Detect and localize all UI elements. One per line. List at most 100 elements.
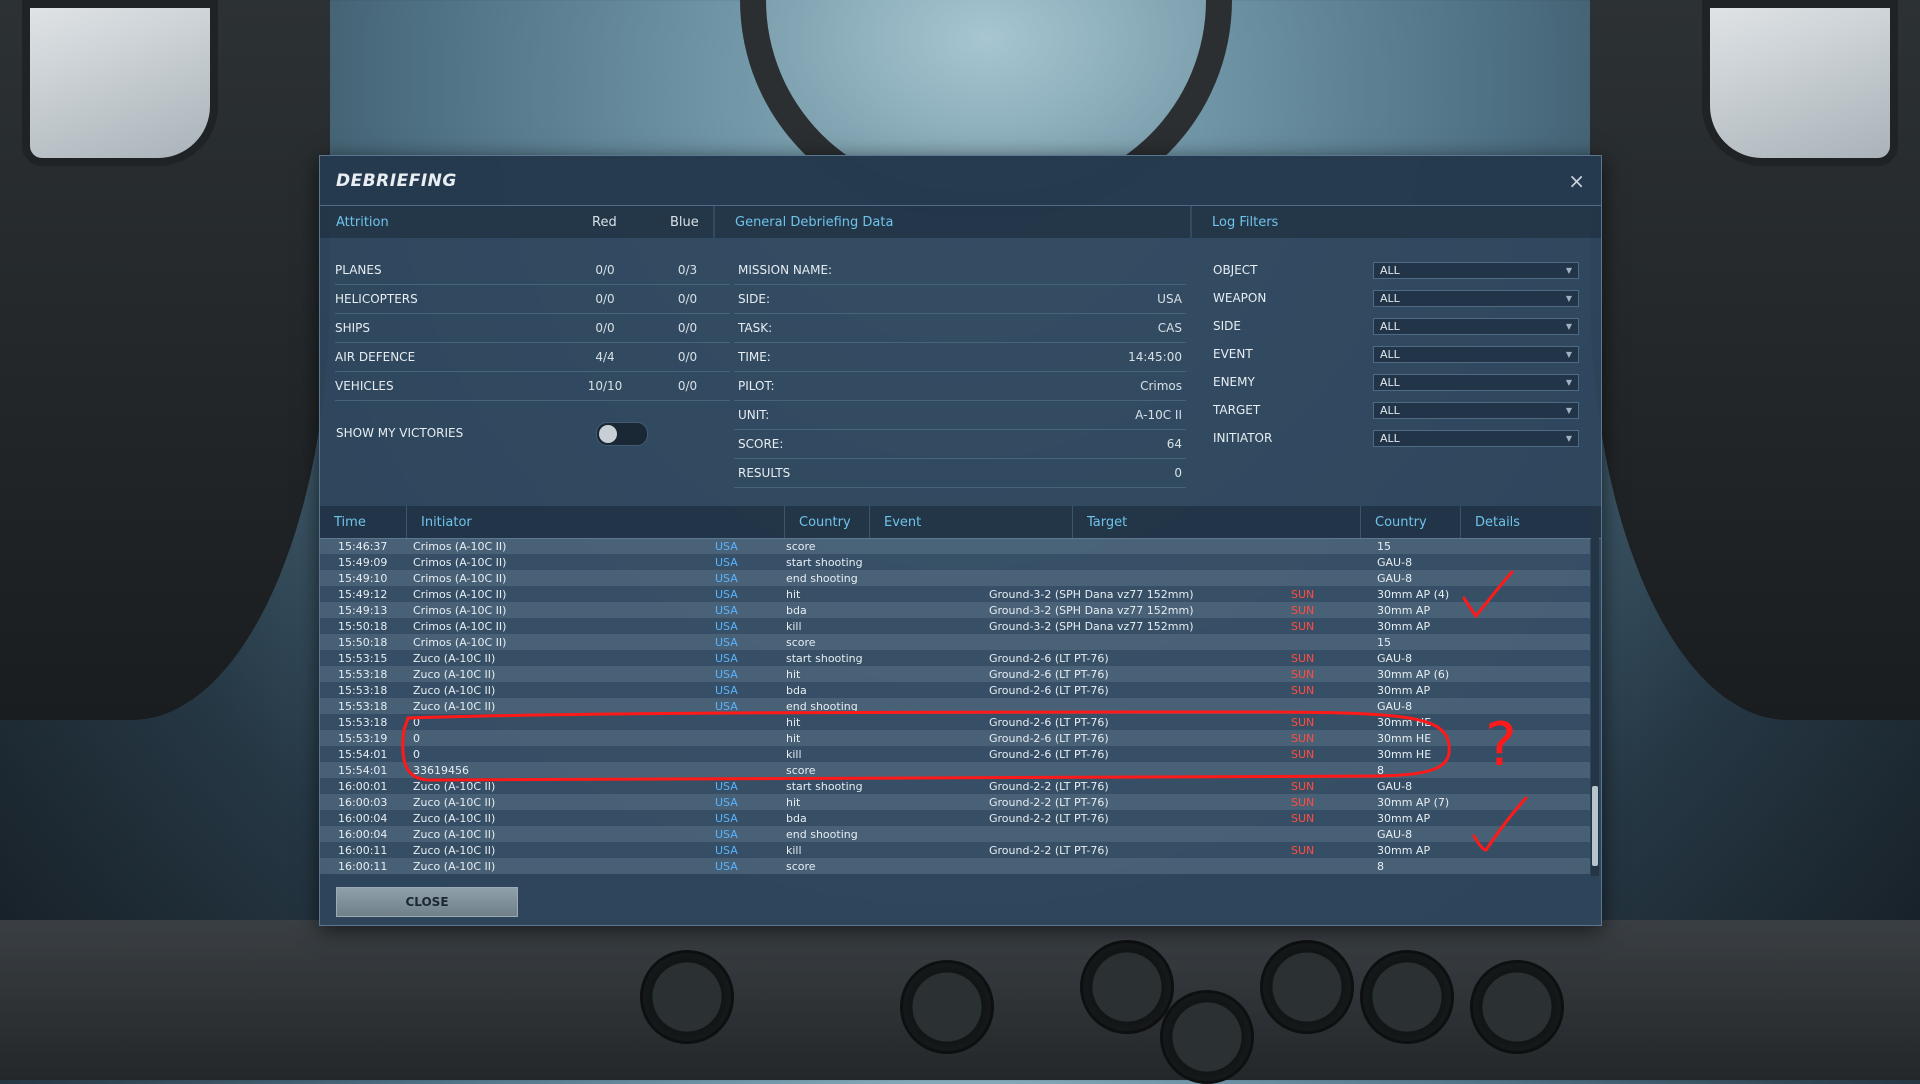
log-cell-details: 8: [1377, 859, 1384, 873]
log-cell-time: 16:00:04: [338, 827, 388, 841]
general-label: MISSION NAME:: [738, 263, 833, 277]
log-cell-target-country: SUN: [1291, 619, 1315, 633]
filter-label: TARGET: [1213, 403, 1261, 417]
log-cell-event: start shooting: [786, 779, 863, 793]
log-cell-initiator: Crimos (A-10C II): [413, 635, 507, 649]
log-cell-initiator: Crimos (A-10C II): [413, 587, 507, 601]
show-victories-toggle[interactable]: [596, 422, 648, 446]
gauge: [1360, 950, 1454, 1044]
table-row[interactable]: 15:53:19 0 hit Ground-2-6 (LT PT-76) SUN 30mm…: [320, 730, 1590, 746]
log-scrollbar[interactable]: [1591, 506, 1599, 876]
general-row: MISSION NAME:: [734, 256, 1186, 285]
filter-object-select[interactable]: ALL ▼: [1373, 261, 1579, 279]
log-cell-time: 15:54:01: [338, 747, 388, 761]
table-row[interactable]: 15:49:09 Crimos (A-10C II) USA start shooti…: [320, 554, 1590, 570]
general-value: Crimos: [1140, 379, 1182, 393]
table-row[interactable]: 16:00:01 Zuco (A-10C II) USA start shooting…: [320, 778, 1590, 794]
log-col-initiator[interactable]: Initiator: [407, 506, 785, 538]
log-cell-details: 15: [1377, 635, 1391, 649]
filter-row-weapon: WEAPON ALL ▼: [1213, 284, 1593, 312]
mirror-right: [1702, 0, 1898, 166]
log-col-target-country[interactable]: Country: [1361, 506, 1461, 538]
attrition-red: 0/0: [595, 292, 615, 306]
log-cell-initiator: 0: [413, 747, 420, 761]
log-cell-event: kill: [786, 747, 802, 761]
table-row[interactable]: 16:00:11 Zuco (A-10C II) USA kill Ground-2-2…: [320, 842, 1590, 858]
close-icon[interactable]: ×: [1568, 169, 1585, 193]
log-cell-event: end shooting: [786, 827, 858, 841]
toggle-knob: [599, 425, 617, 443]
general-label: UNIT:: [738, 408, 770, 422]
filter-value: ALL: [1380, 431, 1400, 445]
log-col-event[interactable]: Event: [870, 506, 1073, 538]
filter-initiator-select[interactable]: ALL ▼: [1373, 429, 1579, 447]
table-row[interactable]: 15:49:12 Crimos (A-10C II) USA hit Ground-3-…: [320, 586, 1590, 602]
log-cell-event: start shooting: [786, 651, 863, 665]
log-col-country[interactable]: Country: [785, 506, 870, 538]
log-cell-target: Ground-2-2 (LT PT-76): [989, 843, 1109, 857]
log-rows: 15:46:37 Crimos (A-10C II) USA score 15 15:49…: [320, 538, 1590, 874]
general-value: 64: [1166, 437, 1182, 451]
table-row[interactable]: 16:00:04 Zuco (A-10C II) USA end shooting GA…: [320, 826, 1590, 842]
gauge: [1470, 960, 1564, 1054]
table-row[interactable]: 16:00:04 Zuco (A-10C II) USA bda Ground-2-2 …: [320, 810, 1590, 826]
table-row[interactable]: 16:00:03 Zuco (A-10C II) USA hit Ground-2-2 …: [320, 794, 1590, 810]
log-cell-country: USA: [715, 811, 738, 825]
table-row[interactable]: 15:49:13 Crimos (A-10C II) USA bda Ground-3-…: [320, 602, 1590, 618]
log-cell-time: 15:49:13: [338, 603, 388, 617]
log-cell-initiator: Zuco (A-10C II): [413, 699, 496, 713]
log-cell-event: end shooting: [786, 571, 858, 585]
table-row[interactable]: 15:53:18 Zuco (A-10C II) USA hit Ground-2-6 …: [320, 666, 1590, 682]
log-cell-target: Ground-2-2 (LT PT-76): [989, 779, 1109, 793]
attrition-blue: 0/0: [677, 321, 698, 335]
general-label: TIME:: [738, 350, 771, 364]
scroll-thumb[interactable]: [1592, 786, 1598, 866]
log-col-details[interactable]: Details: [1461, 506, 1601, 538]
log-cell-time: 16:00:03: [338, 795, 388, 809]
table-row[interactable]: 15:49:10 Crimos (A-10C II) USA end shooting…: [320, 570, 1590, 586]
general-row: TIME: 14:45:00: [734, 343, 1186, 372]
log-cell-initiator: Zuco (A-10C II): [413, 859, 496, 873]
table-row[interactable]: 15:53:18 0 hit Ground-2-6 (LT PT-76) SUN 30mm…: [320, 714, 1590, 730]
filters-header: Log Filters: [1192, 206, 1601, 238]
table-row[interactable]: 15:53:18 Zuco (A-10C II) USA bda Ground-2-6 …: [320, 682, 1590, 698]
table-row[interactable]: 15:46:37 Crimos (A-10C II) USA score 15: [320, 538, 1590, 554]
filter-value: ALL: [1380, 291, 1400, 305]
filter-side-select[interactable]: ALL ▼: [1373, 317, 1579, 335]
log-cell-target-country: SUN: [1291, 779, 1315, 793]
table-row[interactable]: 15:53:15 Zuco (A-10C II) USA start shooting…: [320, 650, 1590, 666]
attrition-label: HELICOPTERS: [335, 292, 418, 306]
log-cell-time: 15:53:19: [338, 731, 388, 745]
log-cell-details: 30mm HE: [1377, 731, 1432, 745]
log-cell-target: Ground-2-6 (LT PT-76): [989, 683, 1109, 697]
log-col-target[interactable]: Target: [1073, 506, 1361, 538]
log-cell-initiator: Zuco (A-10C II): [413, 779, 496, 793]
filter-weapon-select[interactable]: ALL ▼: [1373, 289, 1579, 307]
filter-value: ALL: [1380, 403, 1400, 417]
log-col-time[interactable]: Time: [320, 506, 407, 538]
filter-enemy-select[interactable]: ALL ▼: [1373, 373, 1579, 391]
close-button[interactable]: CLOSE: [336, 887, 518, 917]
table-row[interactable]: 15:54:01 33619456 score 8: [320, 762, 1590, 778]
filter-target-select[interactable]: ALL ▼: [1373, 401, 1579, 419]
filter-event-select[interactable]: ALL ▼: [1373, 345, 1579, 363]
log-cell-target-country: SUN: [1291, 843, 1315, 857]
log-cell-event: kill: [786, 843, 802, 857]
log-cell-country: USA: [715, 667, 738, 681]
log-cell-details: 30mm HE: [1377, 747, 1432, 761]
table-row[interactable]: 15:53:18 Zuco (A-10C II) USA end shooting GA…: [320, 698, 1590, 714]
general-label: SIDE:: [738, 292, 771, 306]
filter-row-target: TARGET ALL ▼: [1213, 396, 1593, 424]
table-row[interactable]: 15:50:18 Crimos (A-10C II) USA score 15: [320, 634, 1590, 650]
log-cell-country: USA: [715, 699, 738, 713]
log-cell-initiator: Zuco (A-10C II): [413, 827, 496, 841]
table-row[interactable]: 16:00:11 Zuco (A-10C II) USA score 8: [320, 858, 1590, 874]
log-cell-details: 30mm AP (6): [1377, 667, 1450, 681]
table-row[interactable]: 15:50:18 Crimos (A-10C II) USA kill Ground-3…: [320, 618, 1590, 634]
mirror-left: [22, 0, 218, 166]
log-cell-details: 30mm AP (4): [1377, 587, 1450, 601]
attrition-red: 0/0: [595, 321, 615, 335]
log-cell-time: 15:54:01: [338, 763, 388, 777]
log-cell-details: GAU-8: [1377, 699, 1413, 713]
table-row[interactable]: 15:54:01 0 kill Ground-2-6 (LT PT-76) SUN 30m…: [320, 746, 1590, 762]
